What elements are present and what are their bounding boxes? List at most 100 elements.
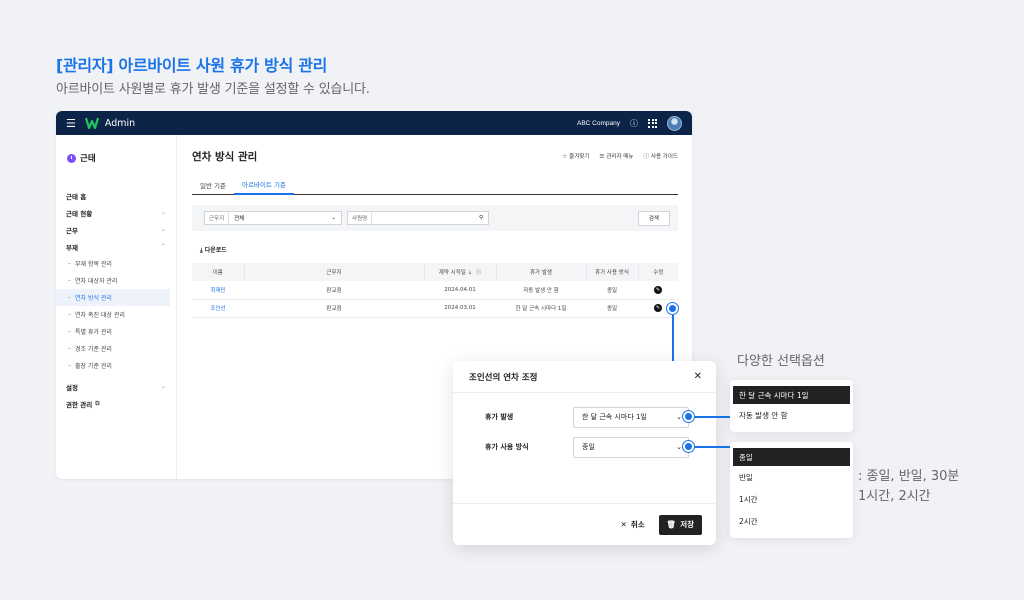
start-date-cell: 2024.03.01 xyxy=(424,299,496,318)
sidebar-item-settings[interactable]: 설정 ⌄ xyxy=(56,378,176,395)
callout-marker xyxy=(683,441,694,452)
download-label: 다운로드 xyxy=(204,247,227,254)
note-line: 1시간, 2시간 xyxy=(858,489,931,504)
usage-dropdown-value: 종일 xyxy=(582,443,595,451)
start-date-cell: 2024.04.01 xyxy=(424,281,496,300)
sidebar-item-label: 근무 xyxy=(66,226,78,235)
col-leave: 휴가 발생 xyxy=(496,263,587,281)
hero-title: [관리자] 아르바이트 사원 휴가 방식 관리 xyxy=(56,56,328,75)
sidebar-subitem-condolence[interactable]: 경조 기준 관리 xyxy=(56,340,176,357)
col-start-date-label: 계약 시작일 xyxy=(438,270,466,276)
employee-name-link[interactable]: 조인선 xyxy=(192,299,244,318)
leave-dropdown-value: 한 달 근속 시마다 1일 xyxy=(582,413,647,421)
admin-menu-label: 관리자 메뉴 xyxy=(606,154,634,160)
sidebar-item-label: 설정 xyxy=(66,383,78,392)
clock-icon xyxy=(67,153,76,163)
filter-bar: 근무지 전체 ⌄ 사원명 ⚲ 검색 xyxy=(192,205,678,231)
leave-options-panel: 한 달 근속 시마다 1일 자동 발생 안 함 xyxy=(730,380,853,432)
tab-bar: 일반 기준 아르바이트 기준 xyxy=(192,175,678,195)
usage-cell: 종일 xyxy=(586,299,638,318)
sidebar-item-permissions[interactable]: 권한 관리 ⧉ xyxy=(56,395,176,412)
usage-option[interactable]: 2시간 xyxy=(733,510,850,532)
leave-cell: 한 달 근속 시마다 1일 xyxy=(496,299,586,318)
hamburger-menu-icon[interactable]: ☰ xyxy=(66,117,76,130)
save-label: 저장 xyxy=(680,520,694,529)
app-name: Admin xyxy=(104,117,136,129)
sidebar: 근태 근태 홈 근태 현황 ⌄ 근무 ⌄ 부재 ⌃ 부재 항목 관리 연차 대상자 관… xyxy=(56,135,177,479)
options-label: 다양한 선택옵션 xyxy=(737,354,825,369)
workplace-label: 근무지 xyxy=(205,212,230,224)
sidebar-item-label: 근태 현황 xyxy=(66,209,93,218)
user-avatar[interactable] xyxy=(667,115,682,131)
callout-marker xyxy=(683,411,694,422)
tab-general[interactable]: 일반 기준 xyxy=(192,175,234,195)
help-icon[interactable]: ⓘ xyxy=(630,118,638,129)
workplace-select[interactable]: 근무지 전체 ⌄ xyxy=(204,211,342,225)
sidebar-item-work[interactable]: 근무 ⌄ xyxy=(56,221,176,238)
employee-search[interactable]: 사원명 ⚲ xyxy=(347,211,489,225)
workplace-value: 전체 xyxy=(234,216,245,222)
sidebar-subitem-business-trip[interactable]: 출장 기준 관리 xyxy=(56,357,176,374)
leave-option[interactable]: 한 달 근속 시마다 1일 xyxy=(733,386,850,404)
admin-menu-button[interactable]: ☰ 관리자 메뉴 xyxy=(599,152,633,160)
save-button[interactable]: 🗑 저장 xyxy=(658,514,702,535)
col-usage: 휴가 사용 방식 xyxy=(586,263,639,281)
sidebar-subitem-absence-types[interactable]: 부재 항목 관리 xyxy=(56,255,176,272)
employee-name-link[interactable]: 최재민 xyxy=(192,281,244,300)
chevron-down-icon: ⌄ xyxy=(676,443,682,451)
usage-dropdown[interactable]: 종일 ⌄ xyxy=(573,436,689,458)
favorite-button[interactable]: ☆ 즐겨찾기 xyxy=(562,152,589,160)
chevron-down-icon: ⌄ xyxy=(160,209,166,216)
leave-option[interactable]: 자동 발생 안 함 xyxy=(733,404,850,426)
col-start-date[interactable]: 계약 시작일 ⇣ ⓘ xyxy=(424,263,497,281)
header-actions: ☆ 즐겨찾기 ☰ 관리자 메뉴 ⓘ 사용 가이드 xyxy=(562,152,678,160)
usage-option[interactable]: 1시간 xyxy=(733,488,850,510)
close-icon: ✕ xyxy=(620,520,627,529)
chevron-down-icon: ⌄ xyxy=(331,215,336,221)
favorite-label: 즐겨찾기 xyxy=(569,154,590,160)
sidebar-subitem-leave-targets[interactable]: 연차 대상자 관리 xyxy=(56,272,176,289)
sidebar-item-attendance-status[interactable]: 근태 현황 ⌄ xyxy=(56,204,176,221)
employee-label: 사원명 xyxy=(348,212,373,224)
usage-label: 휴가 사용 방식 xyxy=(485,443,529,451)
chevron-down-icon: ⌄ xyxy=(160,383,166,390)
table-row: 조인선 판교점 2024.03.01 한 달 근속 시마다 1일 종일 ✎ xyxy=(192,299,678,318)
external-link-icon: ⧉ xyxy=(95,399,100,407)
close-icon[interactable]: ✕ xyxy=(694,371,702,382)
table-row: 최재민 판교점 2024.04.01 자동 발생 안 함 종일 ✎ xyxy=(192,281,678,300)
modal-title: 조인선의 연차 조정 xyxy=(469,372,538,383)
edit-icon[interactable]: ✎ xyxy=(654,304,662,312)
usage-options-note: : 종일, 반일, 30분 1시간, 2시간 xyxy=(858,467,959,507)
chevron-down-icon: ⌄ xyxy=(160,226,166,233)
info-icon: ⓘ xyxy=(643,154,649,160)
chevron-up-icon: ⌃ xyxy=(160,243,166,250)
search-button[interactable]: 검색 xyxy=(637,210,670,226)
callout-line xyxy=(672,315,674,363)
callout-marker xyxy=(667,303,678,314)
download-button[interactable]: ⤓ 다운로드 xyxy=(192,245,678,255)
usage-option[interactable]: 반일 xyxy=(733,466,850,488)
sidebar-item-attendance-home[interactable]: 근태 홈 xyxy=(56,187,176,204)
sidebar-item-label: 권한 관리 xyxy=(66,400,93,409)
tab-parttime[interactable]: 아르바이트 기준 xyxy=(234,175,294,195)
usage-option[interactable]: 종일 xyxy=(733,448,850,466)
sidebar-item-absence[interactable]: 부재 ⌃ xyxy=(56,238,176,255)
workplace-cell: 판교점 xyxy=(244,281,424,300)
sidebar-title: 근태 xyxy=(56,151,176,165)
list-icon: ☰ xyxy=(599,154,605,160)
company-name[interactable]: ABC Company xyxy=(577,120,620,127)
edit-icon[interactable]: ✎ xyxy=(654,285,662,294)
chevron-down-icon: ⌄ xyxy=(676,413,682,421)
cancel-button[interactable]: ✕ 취소 xyxy=(621,519,645,530)
sidebar-item-label: 근태 홈 xyxy=(66,192,87,201)
leave-label: 휴가 발생 xyxy=(485,413,514,421)
search-icon[interactable]: ⚲ xyxy=(479,215,483,221)
sidebar-subitem-leave-promotion[interactable]: 연차 촉진 대상 관리 xyxy=(56,306,176,323)
callout-line xyxy=(694,446,734,448)
sidebar-subitem-special-leave[interactable]: 특별 휴가 관리 xyxy=(56,323,176,340)
leave-dropdown[interactable]: 한 달 근속 시마다 1일 ⌄ xyxy=(573,406,689,428)
user-guide-button[interactable]: ⓘ 사용 가이드 xyxy=(643,152,678,160)
col-edit: 수정 xyxy=(638,263,678,281)
sidebar-subitem-leave-method[interactable]: 연차 방식 관리 xyxy=(56,289,170,306)
apps-grid-icon[interactable] xyxy=(648,118,657,128)
